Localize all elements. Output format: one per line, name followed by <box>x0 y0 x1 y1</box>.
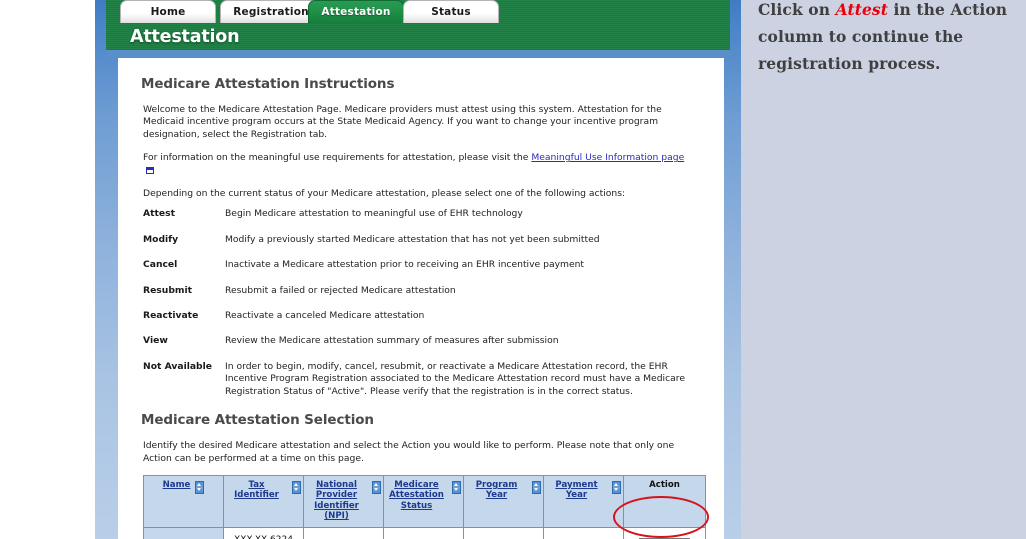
cell-payment-year <box>543 526 624 539</box>
definition-row: Attest Begin Medicare attestation to mea… <box>143 208 706 220</box>
definition-term: View <box>143 335 168 347</box>
sort-arrows-icon[interactable] <box>292 480 301 494</box>
column-header-npi[interactable]: National Provider Identifier (NPI) <box>303 474 384 528</box>
instructions-paragraph-2: For information on the meaningful use re… <box>143 152 695 177</box>
definition-row: View Review the Medicare attestation sum… <box>143 335 706 347</box>
selection-heading: Medicare Attestation Selection <box>141 412 374 429</box>
definition-term: Not Available <box>143 360 213 372</box>
definition-description: Inactivate a Medicare attestation prior … <box>225 259 585 271</box>
definition-term: Reactivate <box>143 310 199 322</box>
column-label: National Provider Identifier (NPI) <box>314 479 359 522</box>
sort-arrows-icon[interactable] <box>532 480 541 494</box>
column-label: Program Year <box>475 479 518 501</box>
annotation-text: Click on Attest in the Action column to … <box>758 0 1013 77</box>
annotation-emphasis: Attest <box>835 0 889 19</box>
tab-home[interactable]: Home <box>120 0 216 23</box>
table-header-row: Name Tax Identifier National Provider Id… <box>143 474 706 528</box>
definition-description: Reactivate a canceled Medicare attestati… <box>225 310 425 322</box>
definition-row: Modify Modify a previously started Medic… <box>143 234 706 246</box>
definition-row: Cancel Inactivate a Medicare attestation… <box>143 259 706 271</box>
cell-name: John Doe <box>143 526 224 539</box>
selection-description: Identify the desired Medicare attestatio… <box>143 440 675 464</box>
column-header-tax-identifier[interactable]: Tax Identifier <box>223 474 304 528</box>
column-header-attestation-status[interactable]: Medicare Attestation Status <box>383 474 464 528</box>
definition-term: Attest <box>143 208 175 220</box>
content-inner: Medicare Attestation Instructions Welcom… <box>136 66 706 539</box>
left-white-margin <box>0 0 95 539</box>
header-blue-underbar <box>106 50 730 58</box>
column-label: Medicare Attestation Status <box>389 479 444 511</box>
column-header-payment-year[interactable]: Payment Year <box>543 474 624 528</box>
column-header-program-year[interactable]: Program Year <box>463 474 544 528</box>
column-header-name[interactable]: Name <box>143 474 224 528</box>
instructions-heading: Medicare Attestation Instructions <box>141 76 395 92</box>
instructions-paragraph-1: Welcome to the Medicare Attestation Page… <box>143 104 662 140</box>
annotation-prefix: Click on <box>758 0 836 19</box>
cell-program-year <box>463 526 544 539</box>
cell-attestation-status <box>383 526 464 539</box>
definition-term: Modify <box>143 233 179 245</box>
definition-description: Resubmit a failed or rejected Medicare a… <box>225 284 456 296</box>
table-row: John Doe XXX-XX-6224 (SSN) 0000000000 At… <box>143 526 706 539</box>
definition-row: Not Available In order to begin, modify,… <box>143 361 706 398</box>
tab-strip: Home Registration Attestation Status <box>106 0 730 24</box>
column-label: Action <box>649 479 680 490</box>
sort-arrows-icon[interactable] <box>372 480 381 494</box>
annotation-panel <box>741 0 1026 539</box>
sort-arrows-icon[interactable] <box>612 480 621 494</box>
page-title: Attestation <box>130 27 240 47</box>
cell-action: Attest <box>623 526 706 539</box>
app-header: Home Registration Attestation Status Att… <box>106 0 730 56</box>
column-label: Payment Year <box>555 479 598 501</box>
tab-attestation[interactable]: Attestation <box>308 0 404 23</box>
sort-arrows-icon[interactable] <box>195 480 205 494</box>
tab-registration[interactable]: Registration <box>220 0 322 23</box>
left-blue-rail <box>95 0 118 539</box>
definition-description: Modify a previously started Medicare att… <box>225 233 600 245</box>
column-label: Tax Identifier <box>234 479 279 501</box>
content-card: Medicare Attestation Instructions Welcom… <box>118 58 724 539</box>
cell-tax-identifier: XXX-XX-6224 (SSN) <box>223 526 304 539</box>
cell-npi: 0000000000 <box>303 526 384 539</box>
attestation-selection-table: Name Tax Identifier National Provider Id… <box>143 474 706 539</box>
action-definitions-list: Attest Begin Medicare attestation to mea… <box>143 208 706 398</box>
definition-row: Resubmit Resubmit a failed or rejected M… <box>143 285 706 297</box>
tab-status[interactable]: Status <box>403 0 499 23</box>
definition-term: Resubmit <box>143 284 193 296</box>
definition-row: Reactivate Reactivate a canceled Medicar… <box>143 310 706 322</box>
definition-description: Begin Medicare attestation to meaningful… <box>225 208 523 220</box>
external-link-icon <box>146 166 154 174</box>
column-label: Name <box>162 479 191 490</box>
column-header-action: Action <box>623 474 706 528</box>
sort-arrows-icon[interactable] <box>452 480 461 494</box>
instructions-paragraph-3: Depending on the current status of your … <box>143 188 626 200</box>
meaningful-use-prefix: For information on the meaningful use re… <box>143 152 532 164</box>
selection-block: Medicare Attestation Selection Identify … <box>136 412 706 539</box>
meaningful-use-link[interactable]: Meaningful Use Information page <box>531 152 684 163</box>
definition-description: In order to begin, modify, cancel, resub… <box>225 360 685 397</box>
definition-term: Cancel <box>143 259 178 271</box>
screenshot-root: Click on Attest in the Action column to … <box>0 0 1026 539</box>
definition-description: Review the Medicare attestation summary … <box>225 335 559 347</box>
